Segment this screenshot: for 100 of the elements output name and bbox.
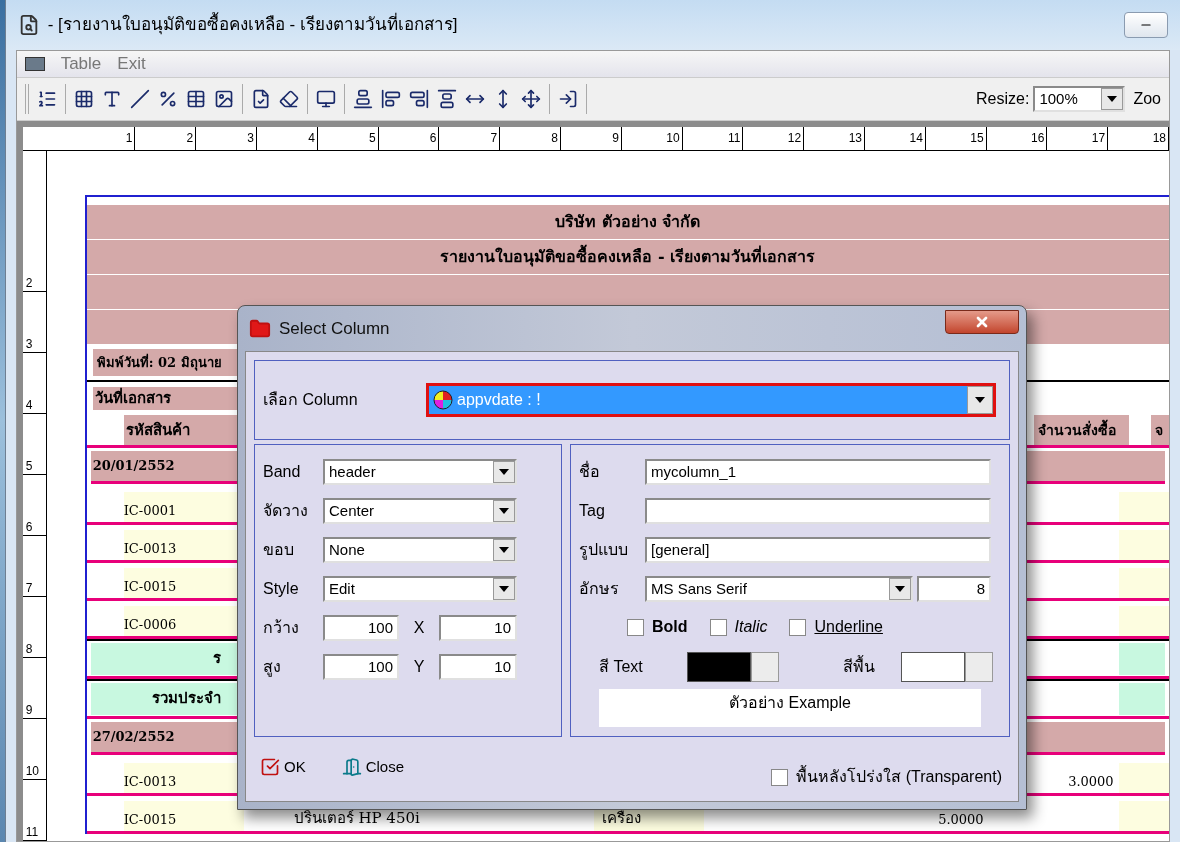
- ruler-number: 6: [429, 132, 437, 144]
- option-combo[interactable]: Center: [323, 498, 517, 524]
- ruler-number: 4: [25, 399, 33, 411]
- format-field[interactable]: [general]: [645, 537, 991, 563]
- ruler-number: 18: [1152, 132, 1166, 144]
- checklist-icon: [260, 757, 280, 777]
- table-cell-text: 3.0000: [1067, 772, 1114, 791]
- report-heading: รายงานใบอนุมัติขอซื้อคงเหลือ - เรียงตามวันที่เอกสาร: [440, 245, 816, 269]
- field-label: Tag: [579, 501, 606, 521]
- option-combo[interactable]: None: [323, 537, 517, 563]
- table-cell-text: ปริ้นเตอร์ HP 450i: [293, 807, 421, 829]
- field-label: ขอบ: [263, 540, 295, 560]
- checkbox[interactable]: [627, 618, 644, 636]
- ruler-number: 6: [25, 521, 33, 533]
- style-option-label: Bold: [652, 617, 688, 637]
- table-cell: [1119, 606, 1169, 636]
- report-heading: บริษัท ตัวอย่าง จำกัด: [555, 211, 701, 233]
- ruler-number: 10: [666, 132, 680, 144]
- close-dialog-button[interactable]: Close: [341, 755, 405, 779]
- color-picker-button[interactable]: [751, 652, 779, 682]
- subtotal-cell: [1119, 682, 1165, 715]
- table-cell: [1119, 801, 1169, 831]
- ruler-number: 11: [25, 826, 39, 838]
- ruler-number: 4: [308, 132, 315, 144]
- field-label: กว้าง: [263, 618, 300, 638]
- field-label: X: [412, 618, 426, 638]
- column-header: จ: [1151, 415, 1169, 445]
- number-field[interactable]: 100: [323, 615, 399, 641]
- minimize-button[interactable]: [1124, 12, 1168, 38]
- checkbox[interactable]: [771, 768, 789, 786]
- number-field[interactable]: 10: [439, 654, 517, 680]
- style-option-label: Underline: [814, 617, 883, 637]
- zoom-label: Zoo: [1133, 89, 1161, 109]
- ruler-number: 13: [848, 132, 862, 144]
- ruler-number: 17: [1091, 132, 1106, 144]
- preview-text: ตัวอย่าง Example: [599, 689, 981, 727]
- subtotal-label: รวมประจำ: [150, 688, 221, 710]
- app-icon: [24, 57, 45, 71]
- field-label: Y: [412, 657, 426, 677]
- resize-label: Resize:: [976, 89, 1030, 109]
- ruler-number: 10: [25, 765, 39, 777]
- resize-combo[interactable]: 100%: [1033, 86, 1126, 112]
- ruler-number: 14: [909, 132, 923, 144]
- color-swatch[interactable]: [687, 652, 751, 682]
- ruler-number: 7: [25, 582, 33, 594]
- ruler-number: 2: [186, 132, 194, 144]
- color-wheel-icon: [433, 390, 453, 410]
- door-icon: [341, 757, 362, 777]
- column-header: จำนวนสั่งซื้อ: [1034, 415, 1129, 445]
- ruler-number: 11: [727, 132, 741, 144]
- number-field[interactable]: 100: [323, 654, 399, 680]
- ok-button[interactable]: OK: [260, 755, 306, 779]
- name-field[interactable]: mycolumn_1: [645, 459, 991, 485]
- field-label: รูปแบบ: [579, 540, 629, 562]
- ruler-number: 7: [490, 132, 498, 144]
- font-size-field[interactable]: 8: [917, 576, 991, 602]
- table-cell-text: 5.0000: [937, 810, 984, 829]
- style-option-label: Italic: [734, 617, 768, 637]
- table-cell: [1119, 763, 1169, 793]
- table-cell: IC-0015: [123, 801, 244, 831]
- color-swatch[interactable]: [901, 652, 965, 682]
- option-combo[interactable]: Edit: [323, 576, 517, 602]
- ruler-number: 1: [125, 132, 133, 144]
- tag-field[interactable]: [645, 498, 991, 524]
- table-cell: [1119, 530, 1169, 560]
- subtotal-label: ร: [211, 648, 221, 670]
- field-label: อักษร: [579, 579, 620, 599]
- table-cell: [1119, 492, 1169, 522]
- date-cell-text: 27/02/2552: [91, 728, 175, 747]
- ruler-number: 3: [247, 132, 255, 144]
- ruler-number: 15: [970, 132, 984, 144]
- ruler-number: 2: [25, 277, 33, 289]
- color-picker-button[interactable]: [965, 652, 993, 682]
- date-cell-text: 20/01/2552: [91, 457, 175, 476]
- ruler-number: 9: [612, 132, 619, 144]
- checkbox[interactable]: [709, 618, 727, 636]
- number-field[interactable]: 10: [439, 615, 517, 641]
- ruler-number: 9: [25, 704, 33, 716]
- checkbox[interactable]: [789, 618, 807, 636]
- ruler-number: 8: [551, 132, 559, 144]
- field-label: จัดวาง: [263, 501, 309, 521]
- menu-item[interactable]: Exit: [117, 51, 146, 77]
- ruler-number: 8: [25, 643, 33, 655]
- close-button[interactable]: [945, 309, 1019, 334]
- ruler-number: 5: [25, 460, 33, 472]
- ruler-number: 3: [25, 338, 33, 350]
- field-label: Band: [263, 462, 302, 482]
- option-combo[interactable]: header: [323, 459, 517, 485]
- font-combo[interactable]: MS Sans Serif: [645, 576, 913, 602]
- dialog-title: Select Column: [279, 317, 390, 340]
- ruler-number: 5: [368, 132, 376, 144]
- ruler-number: 16: [1031, 132, 1045, 144]
- ruler-number: 12: [787, 132, 802, 144]
- folder-icon: [249, 317, 271, 340]
- field-label: สีพื้น: [843, 655, 901, 679]
- transparent-label: พื้นหลังโปร่งใส (Transparent): [796, 765, 1002, 789]
- menu-item[interactable]: Table: [60, 51, 102, 77]
- window-title: - [รายงานใบอนุมัติขอซื้อคงเหลือ - เรียงตามวันที่เอกสาร]: [47, 12, 458, 38]
- field-label: สี Text: [599, 657, 644, 677]
- table-cell: [1119, 568, 1169, 598]
